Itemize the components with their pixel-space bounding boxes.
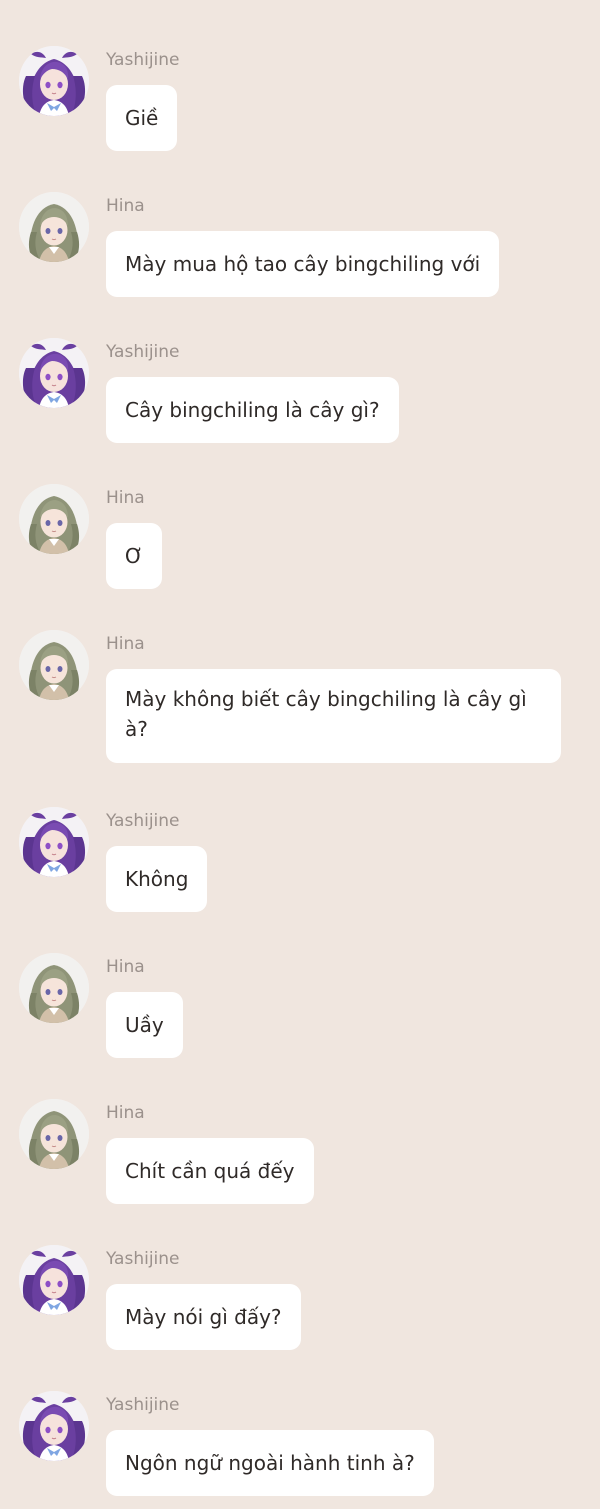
sender-name: Yashijine — [106, 1395, 180, 1415]
message-bubble: Ngôn ngữ ngoài hành tinh à? — [106, 1430, 434, 1496]
sender-name: Hina — [106, 1103, 145, 1123]
message-bubble: Giề — [106, 85, 178, 151]
message-bubble: Mày nói gì đấy? — [106, 1284, 301, 1350]
message-bubble: Mày mua hộ tao cây bingchiling với — [106, 231, 500, 297]
message-bubble: Cây bingchiling là cây gì? — [106, 377, 399, 443]
hina-avatar-icon[interactable] — [19, 630, 89, 700]
yashijine-avatar-icon[interactable] — [19, 338, 89, 408]
sender-name: Yashijine — [106, 50, 180, 70]
message-bubble: Chít cần quá đếy — [106, 1138, 314, 1204]
hina-avatar-icon[interactable] — [19, 484, 89, 554]
message-bubble: Uầy — [106, 992, 183, 1058]
yashijine-avatar-icon[interactable] — [19, 1245, 89, 1315]
message-bubble: Ơ — [106, 523, 163, 589]
sender-name: Hina — [106, 957, 145, 977]
sender-name: Hina — [106, 634, 145, 654]
hina-avatar-icon[interactable] — [19, 1099, 89, 1169]
hina-avatar-icon[interactable] — [19, 192, 89, 262]
yashijine-avatar-icon[interactable] — [19, 1391, 89, 1461]
yashijine-avatar-icon[interactable] — [19, 807, 89, 877]
sender-name: Hina — [106, 196, 145, 216]
message-bubble: Mày không biết cây bingchiling là cây gì… — [106, 669, 561, 763]
message-bubble: Không — [106, 846, 208, 912]
sender-name: Hina — [106, 488, 145, 508]
yashijine-avatar-icon[interactable] — [19, 46, 89, 116]
sender-name: Yashijine — [106, 811, 180, 831]
chat-thread: Yashijine Giề Hina Mày mua hộ tao cây bi… — [0, 0, 600, 1509]
sender-name: Yashijine — [106, 342, 180, 362]
hina-avatar-icon[interactable] — [19, 953, 89, 1023]
sender-name: Yashijine — [106, 1249, 180, 1269]
